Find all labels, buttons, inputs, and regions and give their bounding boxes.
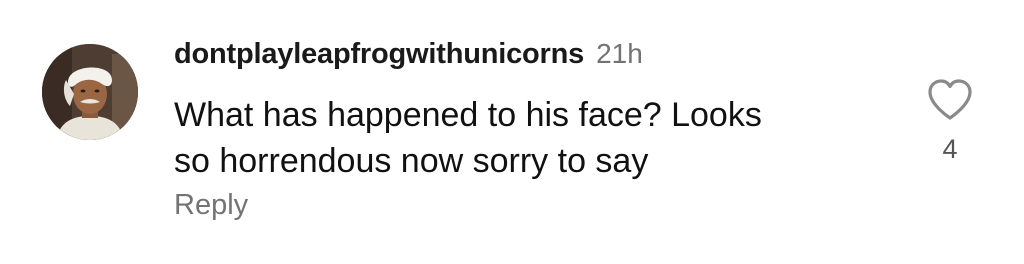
timestamp: 21h xyxy=(596,38,643,69)
heart-outline-icon xyxy=(928,79,972,120)
comment: dontplayleapfrogwithunicorns 21h What ha… xyxy=(0,0,1024,264)
comment-text-line-2: so horrendous now sorry to say xyxy=(174,142,649,180)
like-count: 4 xyxy=(942,134,958,164)
avatar-photo xyxy=(42,44,138,140)
comment-header: dontplayleapfrogwithunicorns 21h xyxy=(174,38,643,78)
reply-button[interactable]: Reply xyxy=(174,189,248,222)
comment-text-line-1: What has happened to his face? Looks xyxy=(174,96,762,134)
like-button[interactable] xyxy=(926,78,974,122)
username[interactable]: dontplayleapfrogwithunicorns xyxy=(174,38,584,71)
avatar[interactable] xyxy=(42,44,138,140)
comment-text: What has happened to his face? Looks so … xyxy=(174,92,874,184)
